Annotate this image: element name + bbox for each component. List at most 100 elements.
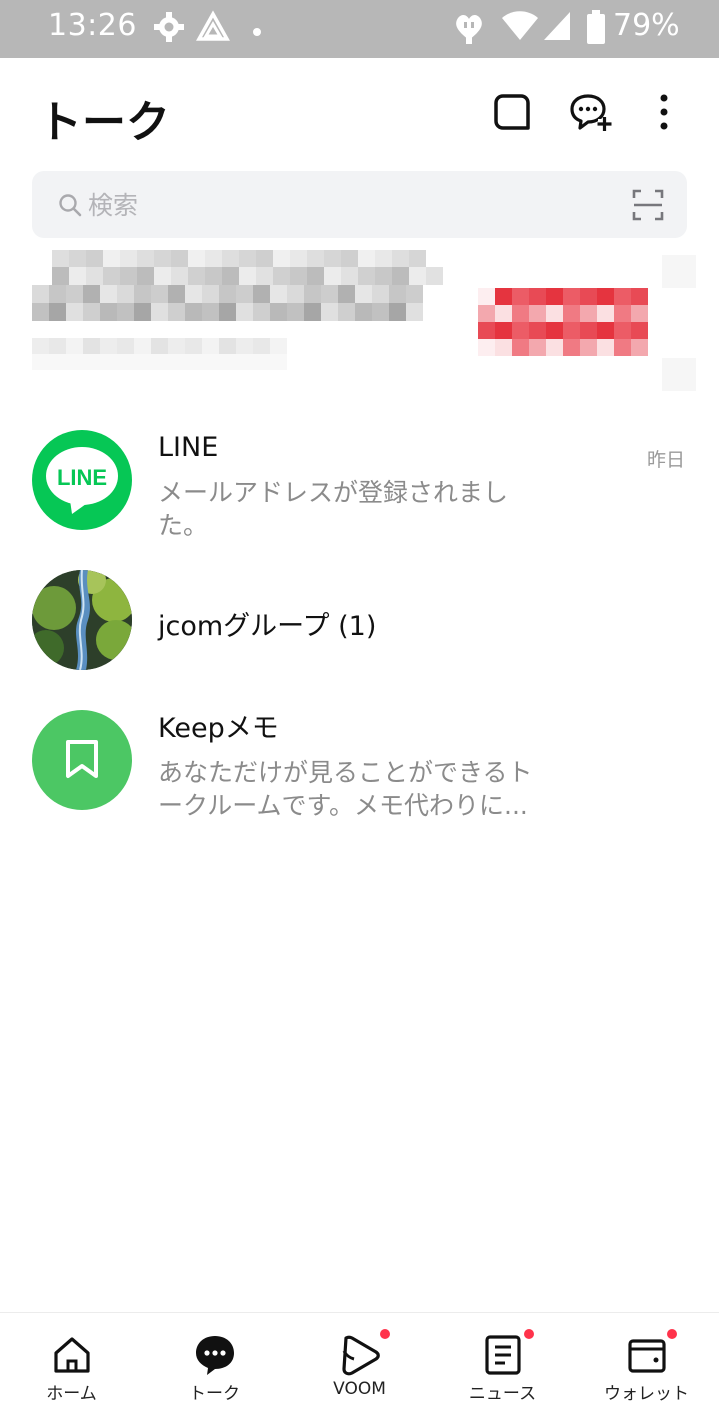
pixel-block: [185, 285, 202, 303]
pixel-block: [185, 303, 202, 321]
nav-wallet[interactable]: ウォレット: [575, 1313, 718, 1423]
pixel-block: [662, 255, 696, 288]
pixel-block: [338, 303, 355, 321]
pixel-block: [355, 303, 372, 321]
pixel-block: [32, 303, 49, 321]
pixel-block: [580, 288, 597, 305]
pixel-block: [236, 354, 253, 370]
pixel-block: [52, 267, 69, 285]
pixel-block: [287, 285, 304, 303]
nav-label: トーク: [189, 1384, 240, 1404]
pixel-block: [222, 250, 239, 267]
pixel-block: [137, 250, 154, 267]
news-icon: [481, 1333, 525, 1377]
pixel-block: [597, 288, 614, 305]
pixel-block: [375, 267, 392, 285]
nav-talk[interactable]: トーク: [143, 1313, 286, 1423]
pixel-block: [151, 285, 168, 303]
nav-home[interactable]: ホーム: [0, 1313, 143, 1423]
pixel-block: [236, 303, 253, 321]
wallet-icon: [625, 1333, 669, 1377]
pixel-block: [307, 250, 324, 267]
status-time: 13:26: [48, 8, 137, 43]
pixel-block: [614, 322, 631, 339]
pixel-block: [32, 354, 49, 370]
pixel-block: [478, 322, 495, 339]
pixel-block: [66, 303, 83, 321]
chat-name: LINE: [158, 432, 219, 463]
pixel-block: [631, 305, 648, 322]
nav-badge-dot: [524, 1329, 534, 1339]
pixel-block: [100, 285, 117, 303]
pixel-block: [168, 285, 185, 303]
line-logo-text: LINE: [57, 465, 107, 490]
pixel-block: [478, 288, 495, 305]
pixel-block: [151, 303, 168, 321]
pixel-block: [219, 338, 236, 354]
pixel-block: [614, 339, 631, 356]
signal-icon: [542, 10, 572, 46]
pixel-block: [597, 305, 614, 322]
battery-icon: [585, 10, 607, 48]
pixel-block: [512, 322, 529, 339]
chat-row-line[interactable]: LINE LINE メールアドレスが登録されました。 昨日: [0, 420, 719, 540]
pixel-block: [304, 303, 321, 321]
pixel-block: [273, 267, 290, 285]
pixel-block: [580, 305, 597, 322]
nav-voom[interactable]: VOOM: [288, 1313, 431, 1423]
pixel-block: [49, 303, 66, 321]
line-logo-icon: LINE: [46, 447, 118, 514]
pixel-block: [563, 288, 580, 305]
pixel-block: [563, 339, 580, 356]
pixel-block: [631, 322, 648, 339]
pixel-block: [662, 358, 696, 391]
search-bar[interactable]: [32, 171, 687, 238]
pixel-block: [270, 354, 287, 370]
chat-name: jcomグループ (1): [158, 611, 377, 642]
pixel-block: [219, 303, 236, 321]
new-chat-button[interactable]: [568, 92, 612, 136]
pixel-block: [239, 250, 256, 267]
pixel-block: [580, 322, 597, 339]
pixel-block: [478, 339, 495, 356]
pixel-block: [290, 267, 307, 285]
chat-last-message: あなただけが見ることができるトークルームです。メモ代わりに...: [158, 758, 533, 820]
pixel-block: [202, 303, 219, 321]
pixel-block: [83, 354, 100, 370]
pixel-block: [495, 339, 512, 356]
pixel-block: [117, 303, 134, 321]
pixel-block: [546, 322, 563, 339]
pixel-block: [222, 267, 239, 285]
pixel-block: [512, 305, 529, 322]
pixel-block: [392, 267, 409, 285]
chat-row-keep-memo[interactable]: Keepメモ あなただけが見ることができるトークルームです。メモ代わりに...: [0, 700, 719, 820]
pixel-block: [529, 305, 546, 322]
pixel-block: [270, 338, 287, 354]
pixel-block: [358, 250, 375, 267]
pixel-block: [270, 303, 287, 321]
pixel-block: [389, 285, 406, 303]
pixel-block: [100, 338, 117, 354]
pixel-block: [495, 322, 512, 339]
nav-news[interactable]: ニュース: [431, 1313, 574, 1423]
pixel-block: [355, 285, 372, 303]
pixel-block: [134, 285, 151, 303]
pixelated-banner[interactable]: [32, 250, 700, 395]
search-input[interactable]: [88, 189, 608, 221]
bookmark-icon: [66, 740, 98, 778]
pixel-block: [426, 267, 443, 285]
keep-memo-avatar: [32, 710, 132, 810]
pixel-block: [219, 285, 236, 303]
edit-icon: [493, 93, 531, 135]
more-button[interactable]: [642, 92, 686, 136]
pixel-block: [273, 250, 290, 267]
chat-row-jcom-group[interactable]: jcomグループ (1): [0, 560, 719, 680]
pixel-block: [120, 250, 137, 267]
pixel-block: [372, 303, 389, 321]
pixel-block: [83, 303, 100, 321]
qr-scan-icon[interactable]: [632, 189, 664, 225]
nav-label: ウォレット: [604, 1384, 689, 1404]
chat-last-message: メールアドレスが登録されました。: [158, 478, 509, 540]
pixel-block: [253, 303, 270, 321]
edit-button[interactable]: [490, 92, 534, 136]
